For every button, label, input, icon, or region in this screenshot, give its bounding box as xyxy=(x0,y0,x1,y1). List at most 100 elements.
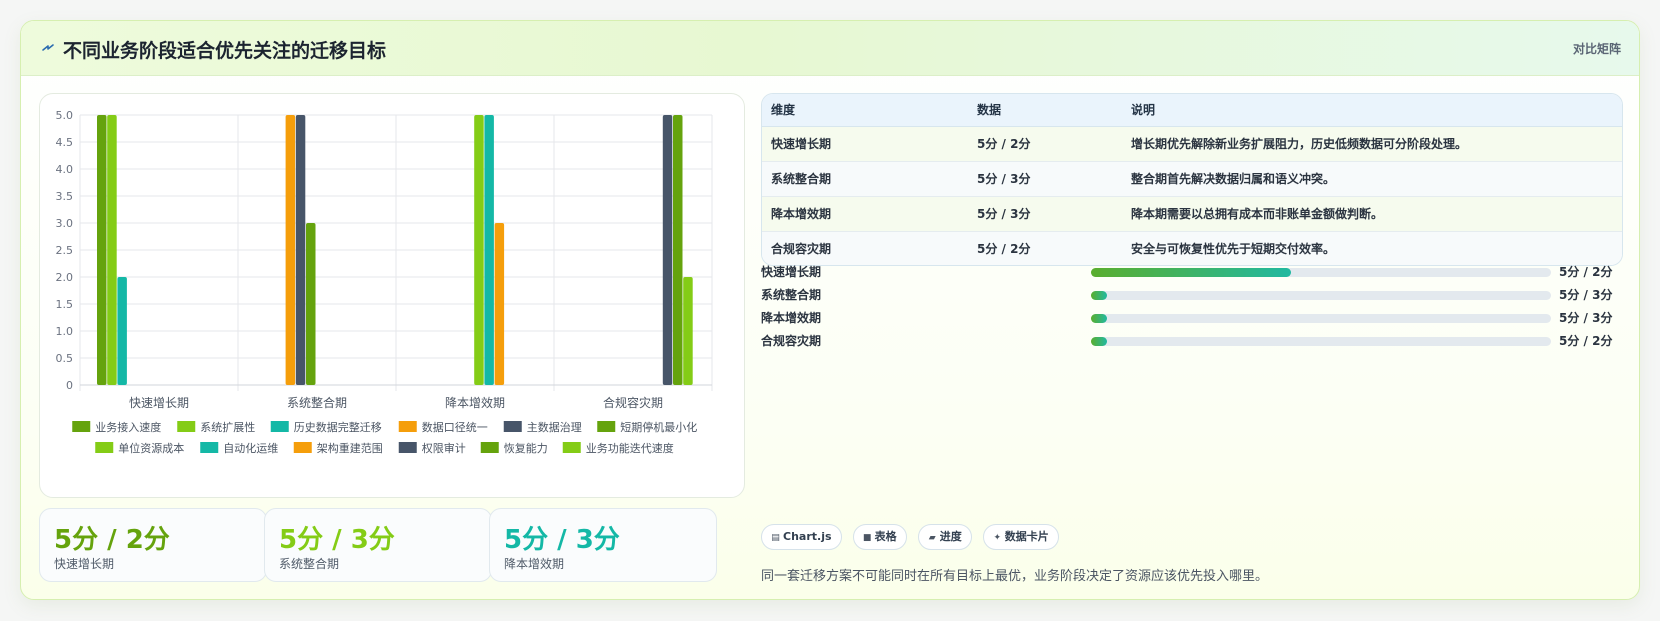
progress-value: 5分 / 2分 xyxy=(1559,334,1613,348)
y-tick-label: 1.0 xyxy=(56,325,74,338)
stat-value: 5分 / 3分 xyxy=(504,525,620,555)
bar-chart-panel: 0 0.5 1.0 1.5 2.0 2.5 3.0 3.5 4.0 4.5 5.0 快速增长期 系统整合… xyxy=(39,93,745,498)
stat-card: 5分 / 3分 系统整合期 xyxy=(264,508,492,582)
tag-list: ▤ Chart.js ■ 表格 ▰ 进度 ✦ 数据卡片 xyxy=(761,524,1065,550)
bar xyxy=(306,223,316,385)
x-tick-label: 快速增长期 xyxy=(129,396,189,410)
table-cell: 5分 / 3分 xyxy=(968,161,1122,197)
legend-swatch xyxy=(177,421,196,432)
table-header-row: 维度 数据 说明 xyxy=(762,94,1622,127)
y-tick-label: 3.5 xyxy=(56,190,74,203)
table-cell: 合规容灾期 xyxy=(762,231,968,265)
x-tick-label: 降本增效期 xyxy=(445,395,505,410)
tag-label: Chart.js xyxy=(783,530,832,543)
table-row: 系统整合期 5分 / 3分 整合期首先解决数据归属和语义冲突。 xyxy=(762,161,1622,197)
progress-value: 5分 / 2分 xyxy=(1559,265,1613,279)
progress-fill xyxy=(1091,268,1292,277)
progress-track xyxy=(1091,291,1551,300)
stat-card: 5分 / 2分 快速增长期 xyxy=(39,508,267,582)
stat-value: 5分 / 2分 xyxy=(54,525,170,555)
stat-label: 系统整合期 xyxy=(279,557,340,571)
legend-label: 恢复能力 xyxy=(504,441,548,455)
tag-label: 数据卡片 xyxy=(1004,530,1049,543)
table-cell: 安全与可恢复性优先于短期交付效率。 xyxy=(1122,231,1622,265)
bar xyxy=(117,277,127,385)
progress-label: 系统整合期 xyxy=(761,288,822,302)
tag-table[interactable]: ■ 表格 xyxy=(852,524,907,550)
data-table: 维度 数据 说明 快速增长期 5分 / 2分 增长期优先解除新业务扩展阻力，历史… xyxy=(761,93,1623,266)
tag-label: 表格 xyxy=(874,530,897,543)
legend-swatch xyxy=(72,421,91,432)
y-tick-label: 5.0 xyxy=(56,109,74,122)
progress-value: 5分 / 3分 xyxy=(1559,311,1613,325)
legend-swatch xyxy=(398,421,417,432)
footnote: 同一套迁移方案不可能同时在所有目标上最优，业务阶段决定了资源应该优先投入哪里。 xyxy=(761,569,1269,584)
legend-swatch xyxy=(95,442,114,453)
legend-label: 权限审计 xyxy=(422,441,466,455)
legend-swatch xyxy=(562,442,581,453)
lightning-icon xyxy=(42,44,54,51)
legend-swatch xyxy=(503,421,522,432)
table-row: 合规容灾期 5分 / 2分 安全与可恢复性优先于短期交付效率。 xyxy=(762,231,1622,265)
progress-row: 系统整合期 5分 / 3分 xyxy=(761,286,1623,304)
legend-label: 历史数据完整迁移 xyxy=(294,420,382,434)
x-tick-label: 合规容灾期 xyxy=(603,395,663,410)
tag-data-card[interactable]: ✦ 数据卡片 xyxy=(982,524,1059,550)
legend-label: 短期停机最小化 xyxy=(620,420,697,434)
bar xyxy=(97,115,107,385)
legend-swatch xyxy=(480,442,499,453)
y-tick-label: 0.5 xyxy=(56,352,74,365)
bar xyxy=(673,115,683,385)
y-tick-label: 4.0 xyxy=(56,163,74,176)
page-title: 不同业务阶段适合优先关注的迁移目标 xyxy=(63,40,387,62)
table-row: 快速增长期 5分 / 2分 增长期优先解除新业务扩展阻力，历史低频数据可分阶段处… xyxy=(762,126,1622,162)
bar xyxy=(484,115,494,385)
legend-swatch xyxy=(597,421,616,432)
matrix-label: 对比矩阵 xyxy=(1572,42,1621,56)
bar xyxy=(107,115,117,385)
legend-swatch xyxy=(200,442,219,453)
bar xyxy=(662,115,673,385)
table-cell: 整合期首先解决数据归属和语义冲突。 xyxy=(1122,161,1622,197)
y-tick-label: 4.5 xyxy=(56,136,74,149)
bar xyxy=(295,115,306,385)
progress-track xyxy=(1091,268,1551,277)
bar xyxy=(494,223,505,385)
table-cell: 5分 / 2分 xyxy=(968,126,1122,162)
bar-chart: 0 0.5 1.0 1.5 2.0 2.5 3.0 3.5 4.0 4.5 5.0 快速增长期 系统整合… xyxy=(56,109,713,455)
stat-label: 快速增长期 xyxy=(54,557,115,571)
card-header: 不同业务阶段适合优先关注的迁移目标 对比矩阵 xyxy=(21,21,1639,76)
table-cell: 5分 / 2分 xyxy=(968,231,1122,265)
legend-label: 架构重建范围 xyxy=(317,441,383,455)
progress-fill xyxy=(1091,337,1108,346)
table-cell: 系统整合期 xyxy=(762,161,968,197)
stat-label: 降本增效期 xyxy=(504,557,565,571)
legend-label: 业务接入速度 xyxy=(95,420,161,434)
progress-value: 5分 / 3分 xyxy=(1559,288,1613,302)
y-tick-label: 1.5 xyxy=(56,298,74,311)
bar xyxy=(474,115,484,385)
comparison-card: 不同业务阶段适合优先关注的迁移目标 对比矩阵 0 0.5 1.0 1.5 2.0 2.5 3… xyxy=(20,20,1640,600)
tag-progress[interactable]: ▰ 进度 xyxy=(917,524,972,550)
table-icon: ■ xyxy=(862,533,872,543)
table-cell: 快速增长期 xyxy=(762,126,968,162)
legend-label: 单位资源成本 xyxy=(118,441,184,455)
progress-row: 降本增效期 5分 / 3分 xyxy=(761,309,1623,327)
y-tick-label: 0 xyxy=(66,379,73,392)
progress-label: 快速增长期 xyxy=(761,265,822,279)
table-cell: 降本期需要以总拥有成本而非账单金额做判断。 xyxy=(1122,196,1622,232)
column-header: 数据 xyxy=(968,94,1122,127)
legend-swatch xyxy=(398,442,417,453)
legend-label: 数据口径统一 xyxy=(422,420,488,434)
table-row: 降本增效期 5分 / 3分 降本期需要以总拥有成本而非账单金额做判断。 xyxy=(762,196,1622,232)
tag-chartjs[interactable]: ▤ Chart.js xyxy=(761,524,842,550)
x-tick-label: 系统整合期 xyxy=(287,395,347,410)
card-icon: ✦ xyxy=(993,533,1002,543)
bar xyxy=(285,115,296,385)
tag-label: 进度 xyxy=(939,530,962,543)
chart-icon: ▤ xyxy=(771,533,780,543)
y-tick-label: 2.0 xyxy=(56,271,74,284)
legend-swatch xyxy=(270,421,289,432)
legend-swatch xyxy=(293,442,312,453)
progress-label: 合规容灾期 xyxy=(761,334,822,348)
